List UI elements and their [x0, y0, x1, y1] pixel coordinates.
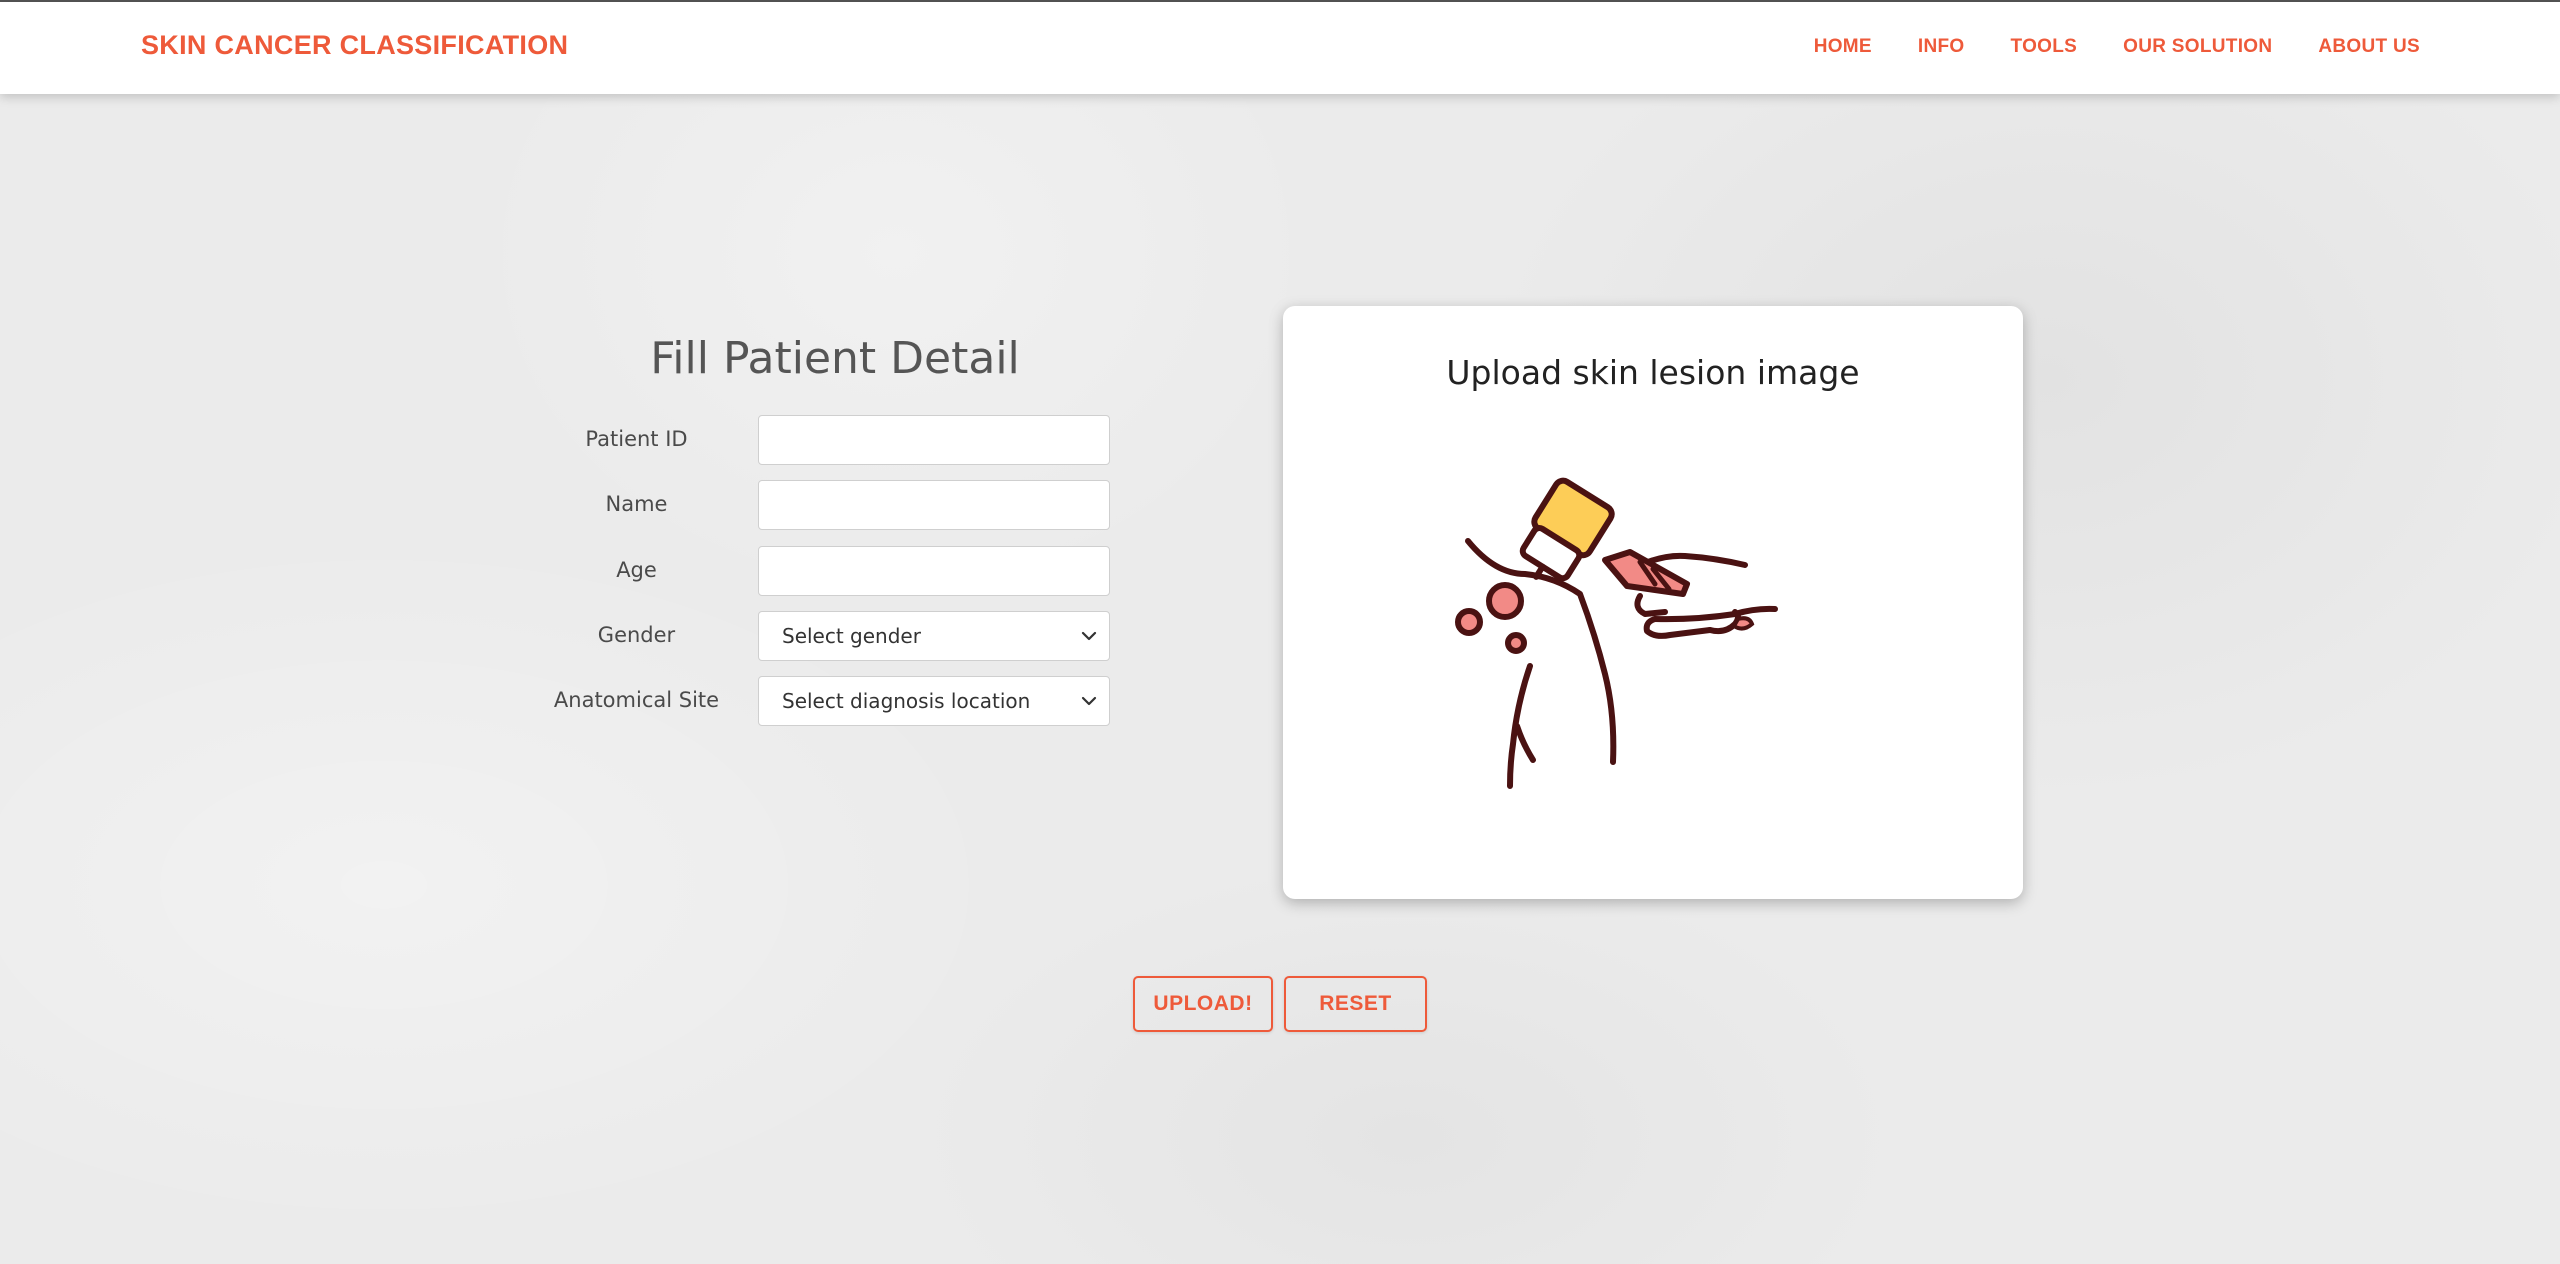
- gender-label: Gender: [597, 623, 676, 647]
- gender-select-value: Select gender: [782, 624, 921, 648]
- chevron-down-icon: [1081, 631, 1097, 641]
- patient-id-input[interactable]: [758, 415, 1110, 465]
- anatomical-site-select-value: Select diagnosis location: [782, 689, 1031, 713]
- age-input[interactable]: [758, 546, 1110, 596]
- upload-image-card[interactable]: Upload skin lesion image: [1283, 306, 2023, 899]
- main-nav: HOME INFO TOOLS OUR SOLUTION ABOUT US: [1814, 36, 2420, 58]
- nav-tools[interactable]: TOOLS: [2011, 36, 2078, 58]
- name-label: Name: [605, 492, 668, 516]
- navbar: SKIN CANCER CLASSIFICATION HOME INFO TOO…: [0, 2, 2560, 94]
- upload-button[interactable]: UPLOAD!: [1133, 976, 1273, 1032]
- row-anatomical-site: Anatomical Site Select diagnosis locatio…: [540, 676, 1110, 726]
- row-patient-id: Patient ID: [540, 415, 1110, 465]
- row-gender: Gender Select gender: [540, 611, 1110, 661]
- upload-card-title: Upload skin lesion image: [1446, 353, 1860, 392]
- gender-select[interactable]: Select gender: [758, 611, 1110, 661]
- anatomical-site-select[interactable]: Select diagnosis location: [758, 676, 1110, 726]
- dermatoscope-examining-skin-lesion-icon: [1455, 477, 1778, 789]
- name-input[interactable]: [758, 480, 1110, 530]
- patient-id-label: Patient ID: [585, 427, 688, 451]
- nav-about-us[interactable]: ABOUT US: [2318, 36, 2420, 58]
- chevron-down-icon: [1081, 696, 1097, 706]
- reset-button[interactable]: RESET: [1284, 976, 1427, 1032]
- row-name: Name: [540, 480, 1110, 530]
- row-age: Age: [540, 546, 1110, 596]
- form-title: Fill Patient Detail: [650, 333, 1020, 384]
- nav-our-solution[interactable]: OUR SOLUTION: [2123, 36, 2272, 58]
- nav-info[interactable]: INFO: [1918, 36, 1965, 58]
- nav-home[interactable]: HOME: [1814, 36, 1872, 58]
- anatomical-site-label: Anatomical Site: [553, 688, 720, 712]
- brand-logo-text[interactable]: SKIN CANCER CLASSIFICATION: [141, 30, 568, 61]
- age-label: Age: [616, 558, 657, 582]
